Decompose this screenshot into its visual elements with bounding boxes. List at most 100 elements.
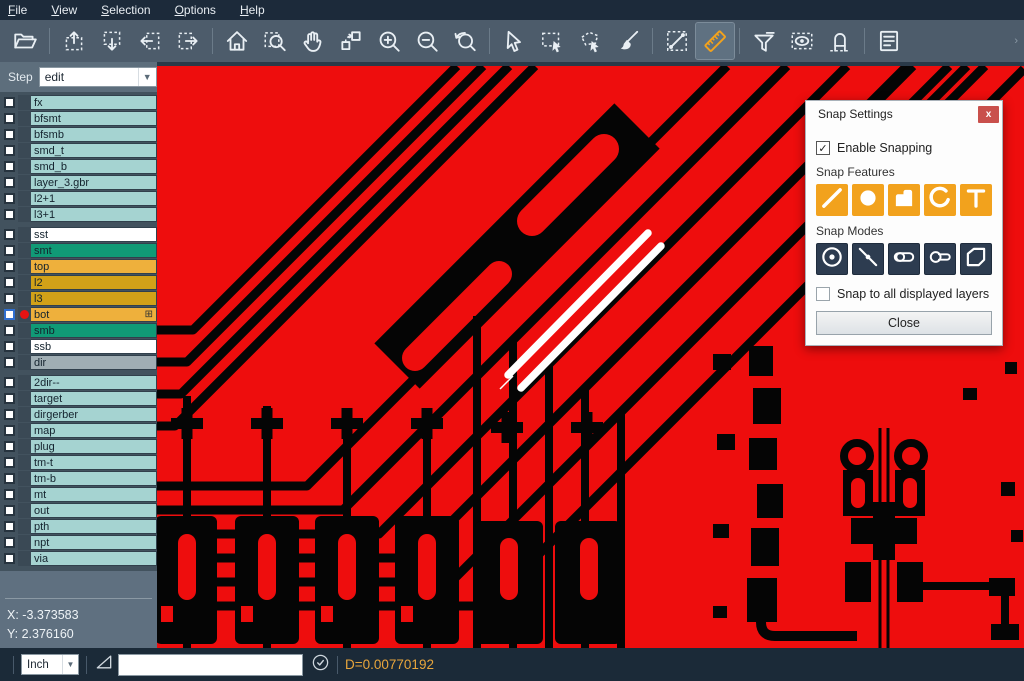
layer-label[interactable]: smt xyxy=(31,243,157,258)
layer-row-ssb[interactable]: ssb xyxy=(0,339,157,354)
filter-button[interactable] xyxy=(745,23,783,59)
layer-label[interactable]: bot⊞ xyxy=(31,307,157,322)
layer-label[interactable]: dir xyxy=(31,355,157,370)
layer-label[interactable]: l3+1 xyxy=(31,207,157,222)
layer-label[interactable]: mt xyxy=(31,487,157,502)
mode-contour-button[interactable] xyxy=(960,243,992,275)
layer-row-smb[interactable]: smb xyxy=(0,323,157,338)
pan-right-button[interactable] xyxy=(169,23,207,59)
layer-checkbox[interactable] xyxy=(4,129,15,140)
layer-label[interactable]: sst xyxy=(31,227,157,242)
layer-checkbox[interactable] xyxy=(4,341,15,352)
layer-label[interactable]: dirgerber xyxy=(31,407,157,422)
pan-hand-button[interactable] xyxy=(294,23,332,59)
layer-label[interactable]: bfsmt xyxy=(31,111,157,126)
menu-file[interactable]: File xyxy=(8,3,27,17)
layer-label[interactable]: smb xyxy=(31,323,157,338)
layer-label[interactable]: fx xyxy=(31,95,157,110)
layer-row-bfsmt[interactable]: bfsmt xyxy=(0,111,157,126)
mode-center-button[interactable] xyxy=(816,243,848,275)
move-view-button[interactable] xyxy=(332,23,370,59)
layer-checkbox[interactable] xyxy=(4,537,15,548)
layer-checkbox[interactable] xyxy=(4,505,15,516)
layer-checkbox[interactable] xyxy=(4,113,15,124)
layer-label[interactable]: map xyxy=(31,423,157,438)
layer-checkbox[interactable] xyxy=(4,145,15,156)
mode-slot-a-button[interactable] xyxy=(888,243,920,275)
layer-row-dirgerber[interactable]: dirgerber xyxy=(0,407,157,422)
snap-arc-button[interactable] xyxy=(924,184,956,216)
layer-row-mt[interactable]: mt xyxy=(0,487,157,502)
home-view-button[interactable] xyxy=(218,23,256,59)
layer-row-npt[interactable]: npt xyxy=(0,535,157,550)
step-combobox[interactable]: edit ▼ xyxy=(39,67,157,87)
layer-row-fx[interactable]: fx xyxy=(0,95,157,110)
mode-nearest-button[interactable] xyxy=(852,243,884,275)
enable-snapping-checkbox[interactable]: ✓ xyxy=(816,141,830,155)
layer-checkbox[interactable] xyxy=(4,261,15,272)
layer-label[interactable]: tm-t xyxy=(31,455,157,470)
zoom-out-button[interactable] xyxy=(408,23,446,59)
layer-row-smd_t[interactable]: smd_t xyxy=(0,143,157,158)
toolbar-overflow-chevron[interactable]: › xyxy=(1014,35,1018,47)
layer-checkbox[interactable] xyxy=(4,521,15,532)
layer-label[interactable]: 2dir-- xyxy=(31,375,157,390)
ruler-button[interactable] xyxy=(696,23,734,59)
chevron-down-icon[interactable]: ▼ xyxy=(138,68,156,86)
apply-sync-icon[interactable] xyxy=(311,653,330,677)
layer-row-bot[interactable]: bot⊞ xyxy=(0,307,157,322)
layer-checkbox[interactable] xyxy=(4,325,15,336)
layer-label[interactable]: tm-b xyxy=(31,471,157,486)
pan-left-button[interactable] xyxy=(131,23,169,59)
select-rect-button[interactable] xyxy=(533,23,571,59)
chevron-down-icon[interactable]: ▼ xyxy=(62,655,78,674)
layer-checkbox[interactable] xyxy=(4,393,15,404)
layer-checkbox[interactable] xyxy=(4,97,15,108)
layer-label[interactable]: l3 xyxy=(31,291,157,306)
close-button[interactable]: Close xyxy=(816,311,992,335)
layer-checkbox[interactable] xyxy=(4,229,15,240)
dialog-titlebar[interactable]: Snap Settings x xyxy=(806,101,1002,127)
menu-help[interactable]: Help xyxy=(240,3,265,17)
layer-row-smt[interactable]: smt xyxy=(0,243,157,258)
layer-row-tm-b[interactable]: tm-b xyxy=(0,471,157,486)
zoom-window-button[interactable] xyxy=(256,23,294,59)
layer-label[interactable]: layer_3.gbr xyxy=(31,175,157,190)
command-input[interactable] xyxy=(118,654,303,676)
layer-label[interactable]: via xyxy=(31,551,157,566)
menu-options[interactable]: Options xyxy=(175,3,216,17)
layer-checkbox[interactable] xyxy=(4,209,15,220)
layer-label[interactable]: smd_t xyxy=(31,143,157,158)
layer-checkbox[interactable] xyxy=(4,553,15,564)
measure-button[interactable] xyxy=(658,23,696,59)
layer-row-smd_b[interactable]: smd_b xyxy=(0,159,157,174)
layer-row-bfsmb[interactable]: bfsmb xyxy=(0,127,157,142)
layer-checkbox[interactable] xyxy=(4,377,15,388)
menu-selection[interactable]: Selection xyxy=(101,3,150,17)
layer-checkbox[interactable] xyxy=(4,177,15,188)
layer-row-l2+1[interactable]: l2+1 xyxy=(0,191,157,206)
layer-row-pth[interactable]: pth xyxy=(0,519,157,534)
view-highlight-button[interactable] xyxy=(783,23,821,59)
layer-label[interactable]: bfsmb xyxy=(31,127,157,142)
layer-label[interactable]: out xyxy=(31,503,157,518)
select-poly-button[interactable] xyxy=(571,23,609,59)
layer-label[interactable]: smd_b xyxy=(31,159,157,174)
layer-checkbox[interactable] xyxy=(4,425,15,436)
layer-row-plug[interactable]: plug xyxy=(0,439,157,454)
layer-checkbox[interactable] xyxy=(4,193,15,204)
report-button[interactable] xyxy=(870,23,908,59)
layer-row-l2[interactable]: l2 xyxy=(0,275,157,290)
layer-label[interactable]: top xyxy=(31,259,157,274)
zoom-previous-button[interactable] xyxy=(446,23,484,59)
open-file-button[interactable] xyxy=(6,23,44,59)
layer-row-target[interactable]: target xyxy=(0,391,157,406)
select-arrow-button[interactable] xyxy=(495,23,533,59)
layer-row-sst[interactable]: sst xyxy=(0,227,157,242)
dialog-close-icon[interactable]: x xyxy=(978,106,999,123)
layer-checkbox[interactable] xyxy=(4,161,15,172)
snap-text-button[interactable] xyxy=(960,184,992,216)
layer-checkbox[interactable] xyxy=(4,293,15,304)
layer-checkbox[interactable] xyxy=(4,473,15,484)
layer-label[interactable]: ssb xyxy=(31,339,157,354)
